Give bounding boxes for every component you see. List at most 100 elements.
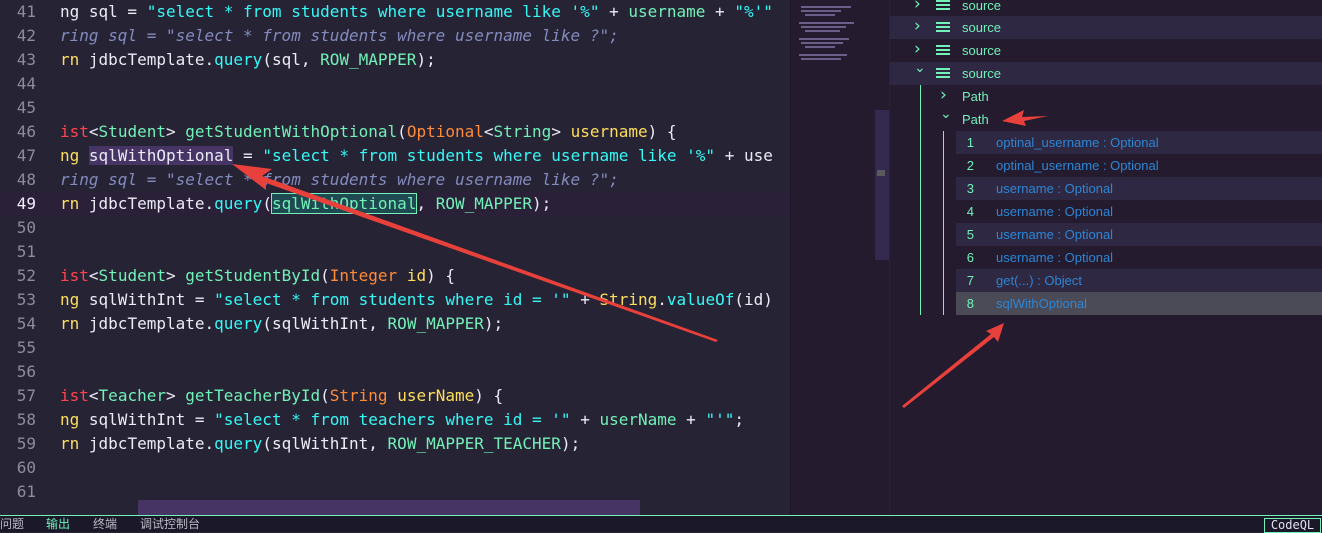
- code-token: "%'": [734, 2, 773, 21]
- code-line[interactable]: 50: [0, 216, 790, 240]
- code-token: id: [406, 266, 427, 285]
- source-label: source: [962, 20, 1002, 35]
- minimap[interactable]: [790, 0, 876, 515]
- code-text[interactable]: ring sql = "select * from students where…: [60, 168, 619, 192]
- code-line[interactable]: 47 ng sqlWithOptional = "select * from st…: [0, 144, 790, 168]
- code-token: "'": [705, 410, 735, 429]
- code-token: "select * from students where username l…: [146, 2, 600, 21]
- path-step-item[interactable]: 5 username : Optional: [956, 223, 1322, 246]
- step-label: optinal_username : Optional: [996, 135, 1159, 150]
- line-number: 52: [16, 266, 36, 285]
- tree-item-source[interactable]: ⌄ source: [890, 60, 1322, 85]
- code-line[interactable]: 53 ng sqlWithInt = "select * from student…: [0, 288, 790, 312]
- code-text[interactable]: ng sqlWithInt = "select * from teachers …: [60, 408, 744, 432]
- code-line[interactable]: 55: [0, 336, 790, 360]
- code-text[interactable]: ist<Student> getStudentById(Integer id) …: [60, 264, 455, 288]
- code-text[interactable]: ist<Teacher> getTeacherById(String userN…: [60, 384, 503, 408]
- code-token: Optional: [406, 122, 484, 141]
- code-text[interactable]: ring sql = "select * from students where…: [60, 24, 619, 48]
- chevron-down-icon[interactable]: ⌄: [914, 57, 926, 80]
- code-line[interactable]: 54 rn jdbcTemplate.query(sqlWithInt, ROW_…: [0, 312, 790, 336]
- code-text[interactable]: rn jdbcTemplate.query(sqlWithInt, ROW_MA…: [60, 432, 580, 456]
- tree-item-source[interactable]: › source: [890, 0, 1322, 17]
- code-text[interactable]: rn jdbcTemplate.query(sqlWithInt, ROW_MA…: [60, 312, 503, 336]
- tab-problems[interactable]: 问题: [0, 517, 24, 532]
- line-number: 53: [16, 290, 36, 309]
- code-token: rn: [60, 434, 89, 453]
- code-token: ) {: [474, 386, 504, 405]
- path-step-item[interactable]: 3 username : Optional: [956, 177, 1322, 200]
- path-step-item[interactable]: 7 get(...) : Object: [956, 269, 1322, 292]
- code-line[interactable]: 59 rn jdbcTemplate.query(sqlWithInt, ROW_…: [0, 432, 790, 456]
- code-text[interactable]: ng sql = "select * from students where u…: [60, 0, 773, 24]
- tab-terminal[interactable]: 终端: [93, 517, 117, 532]
- code-token: "select * from students where id = '": [214, 290, 571, 309]
- code-text[interactable]: rn jdbcTemplate.query(sqlWithOptional, R…: [60, 192, 551, 216]
- code-line[interactable]: 52 ist<Student> getStudentById(Integer id…: [0, 264, 790, 288]
- code-line[interactable]: 43 rn jdbcTemplate.query(sql, ROW_MAPPER)…: [0, 48, 790, 72]
- tree-item-path[interactable]: › Path: [890, 85, 1322, 108]
- minimap-line: [799, 54, 847, 56]
- line-number: 46: [16, 122, 36, 141]
- code-line[interactable]: 60: [0, 456, 790, 480]
- path-step-item[interactable]: 8 sqlWithOptional: [956, 292, 1322, 315]
- code-line[interactable]: 41 ng sql = "select * from students where…: [0, 0, 790, 24]
- code-token: sqlWithOptional: [88, 146, 234, 165]
- selection-highlight: [138, 500, 640, 515]
- code-token: sqlWithInt =: [88, 290, 215, 309]
- source-label: source: [962, 43, 1002, 58]
- chevron-right-icon[interactable]: ›: [914, 0, 921, 16]
- minimap-line: [805, 30, 840, 32]
- path-step-item[interactable]: 2 optinal_username : Optional: [956, 154, 1322, 177]
- code-token: Student: [98, 122, 166, 141]
- code-line[interactable]: 46 ist<Student> getStudentWithOptional(Op…: [0, 120, 790, 144]
- code-token: (: [262, 194, 272, 213]
- tree-item-path[interactable]: ⌄ Path: [890, 106, 1322, 131]
- line-number: 48: [16, 170, 36, 189]
- code-token: Integer: [329, 266, 398, 285]
- chevron-right-icon[interactable]: ›: [914, 15, 921, 38]
- tree-item-source[interactable]: › source: [890, 39, 1322, 62]
- path-step-item[interactable]: 6 username : Optional: [956, 246, 1322, 269]
- line-number: 50: [16, 218, 36, 237]
- path-label: Path: [962, 89, 989, 104]
- code-line[interactable]: 58 ng sqlWithInt = "select * from teacher…: [0, 408, 790, 432]
- tree-item-source[interactable]: › source: [890, 16, 1322, 39]
- list-icon: [936, 0, 950, 10]
- code-line[interactable]: 56: [0, 360, 790, 384]
- code-text[interactable]: ist<Student> getStudentWithOptional(Opti…: [60, 120, 677, 144]
- code-line[interactable]: 49 rn jdbcTemplate.query(sqlWithOptional,…: [0, 192, 790, 216]
- code-text[interactable]: ng sqlWithOptional = "select * from stud…: [60, 144, 773, 168]
- line-number: 42: [16, 26, 36, 45]
- line-number: 45: [16, 98, 36, 117]
- code-line[interactable]: 48 ring sql = "select * from students whe…: [0, 168, 790, 192]
- code-token: rn: [60, 194, 89, 213]
- code-line[interactable]: 57 ist<Teacher> getTeacherById(String use…: [0, 384, 790, 408]
- tab-output[interactable]: 输出: [46, 517, 70, 532]
- chevron-down-icon[interactable]: ⌄: [940, 103, 952, 126]
- path-step-item[interactable]: 1 optinal_username : Optional: [956, 131, 1322, 154]
- code-text[interactable]: rn jdbcTemplate.query(sql, ROW_MAPPER);: [60, 48, 436, 72]
- line-number: 51: [16, 242, 36, 261]
- minimap-line: [799, 22, 854, 24]
- code-token: username: [628, 2, 706, 21]
- path-step-item[interactable]: 4 username : Optional: [956, 200, 1322, 223]
- step-number: 3: [966, 181, 974, 196]
- tree-guide: [943, 131, 944, 315]
- code-token: +: [570, 410, 600, 429]
- code-line[interactable]: 42 ring sql = "select * from students whe…: [0, 24, 790, 48]
- code-token: jdbcTemplate: [88, 194, 205, 213]
- step-number: 7: [966, 273, 974, 288]
- path-label: Path: [962, 112, 989, 127]
- code-line[interactable]: 45: [0, 96, 790, 120]
- code-editor[interactable]: 41 ng sql = "select * from students where…: [0, 0, 790, 515]
- code-line[interactable]: 44: [0, 72, 790, 96]
- scrollbar-thumb[interactable]: [875, 110, 889, 260]
- code-token: ROW_MAPPER_TEACHER: [387, 434, 561, 453]
- tab-debug-console[interactable]: 调试控制台: [140, 517, 200, 532]
- minimap-line: [799, 38, 849, 40]
- code-text[interactable]: ng sqlWithInt = "select * from students …: [60, 288, 773, 312]
- code-token: >: [551, 122, 571, 141]
- code-token: );: [560, 434, 581, 453]
- code-line[interactable]: 51: [0, 240, 790, 264]
